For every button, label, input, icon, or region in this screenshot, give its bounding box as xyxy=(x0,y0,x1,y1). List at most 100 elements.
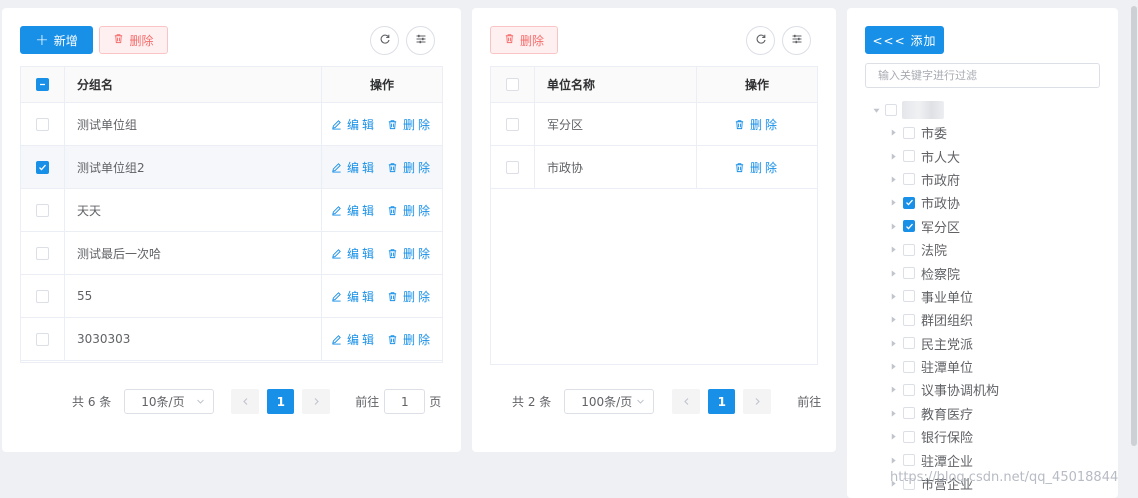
caret-right-icon[interactable] xyxy=(889,269,897,277)
tree-node[interactable]: 法院 xyxy=(889,238,999,261)
next-page-button[interactable] xyxy=(743,389,772,414)
page-size-select[interactable]: 10条/页 xyxy=(124,389,215,414)
tree-node-checkbox[interactable] xyxy=(903,290,915,303)
caret-right-icon[interactable] xyxy=(889,292,897,300)
row-checkbox[interactable] xyxy=(36,332,49,346)
tree-node-checkbox[interactable] xyxy=(903,267,915,280)
tree-node-checkbox[interactable] xyxy=(903,407,915,420)
page-size-select[interactable]: 100条/页 xyxy=(564,389,655,414)
edit-link[interactable]: 编辑 xyxy=(331,331,377,348)
tree-node-checkbox[interactable] xyxy=(903,337,915,350)
delete-link[interactable]: 删除 xyxy=(387,288,433,305)
page-number-1[interactable]: 1 xyxy=(708,389,736,414)
table-row[interactable]: 55 编辑 删除 xyxy=(21,275,442,318)
prev-page-button[interactable] xyxy=(672,389,701,414)
row-checkbox[interactable] xyxy=(506,117,519,131)
prev-page-button[interactable] xyxy=(231,389,260,414)
edit-link[interactable]: 编辑 xyxy=(331,202,377,219)
tree-node[interactable]: 市政协 xyxy=(889,191,999,214)
row-checkbox[interactable] xyxy=(36,289,49,303)
refresh-button[interactable] xyxy=(746,26,775,55)
tree-node[interactable]: 民主党派 xyxy=(889,332,999,355)
row-checkbox[interactable] xyxy=(36,203,49,217)
add-to-group-button[interactable]: <<< 添加 xyxy=(865,26,944,54)
caret-right-icon[interactable] xyxy=(889,316,897,324)
row-checkbox[interactable] xyxy=(36,117,49,131)
tree-node-checkbox[interactable] xyxy=(903,383,915,396)
tree-node-checkbox[interactable] xyxy=(903,126,915,139)
caret-right-icon[interactable] xyxy=(889,175,897,183)
caret-down-icon[interactable] xyxy=(872,106,880,114)
caret-right-icon[interactable] xyxy=(889,129,897,137)
tree-node[interactable]: 市人大 xyxy=(889,144,999,167)
tree-node-checkbox[interactable] xyxy=(903,454,915,467)
tree-node[interactable]: 教育医疗 xyxy=(889,402,999,425)
delete-link[interactable]: 删除 xyxy=(387,245,433,262)
delete-unit-button[interactable]: 删除 xyxy=(490,26,558,54)
table-row[interactable]: 军分区 删除 xyxy=(491,103,817,146)
tree-node-checkbox[interactable] xyxy=(903,150,915,163)
edit-link[interactable]: 编辑 xyxy=(331,116,377,133)
page-number-1[interactable]: 1 xyxy=(267,389,295,414)
row-checkbox[interactable] xyxy=(506,160,519,174)
caret-right-icon[interactable] xyxy=(889,199,897,207)
caret-right-icon[interactable] xyxy=(889,433,897,441)
tree-node-checkbox[interactable] xyxy=(903,243,915,256)
tree-node[interactable]: 群团组织 xyxy=(889,308,999,331)
delete-link[interactable]: 删除 xyxy=(387,331,433,348)
caret-right-icon[interactable] xyxy=(889,363,897,371)
table-row[interactable]: 测试单位组2 编辑 删除 xyxy=(21,146,442,189)
tree-node[interactable]: 军分区 xyxy=(889,215,999,238)
table-row[interactable]: 市政协 删除 xyxy=(491,146,817,189)
table-row[interactable]: 3030303 编辑 删除 xyxy=(21,318,442,361)
delete-link[interactable]: 删除 xyxy=(387,116,433,133)
tree-node[interactable]: 议事协调机构 xyxy=(889,378,999,401)
tree-root-node[interactable] xyxy=(872,101,944,119)
edit-link[interactable]: 编辑 xyxy=(331,159,377,176)
delete-link[interactable]: 删除 xyxy=(387,202,433,219)
jump-page-input[interactable] xyxy=(384,389,426,414)
tree-node[interactable]: 检察院 xyxy=(889,261,999,284)
edit-link[interactable]: 编辑 xyxy=(331,245,377,262)
caret-right-icon[interactable] xyxy=(889,246,897,254)
page-scrollbar[interactable] xyxy=(1131,6,1137,446)
column-settings-button[interactable] xyxy=(782,26,811,55)
tree-filter-input[interactable] xyxy=(865,63,1100,88)
tree-node[interactable]: 市政府 xyxy=(889,168,999,191)
delete-link[interactable]: 删除 xyxy=(734,159,780,176)
tree-node[interactable]: 事业单位 xyxy=(889,285,999,308)
tree-node-checkbox[interactable] xyxy=(903,220,915,233)
select-all-checkbox[interactable] xyxy=(506,78,519,91)
caret-right-icon[interactable] xyxy=(889,222,897,230)
tree-node[interactable]: 市委 xyxy=(889,121,999,144)
delete-link[interactable]: 删除 xyxy=(734,116,780,133)
column-settings-button[interactable] xyxy=(406,26,435,55)
tree-node-checkbox[interactable] xyxy=(903,430,915,443)
delete-group-button[interactable]: 删除 xyxy=(99,26,168,54)
table-row[interactable]: 测试单位组 编辑 删除 xyxy=(21,103,442,146)
caret-right-icon[interactable] xyxy=(889,409,897,417)
next-page-button[interactable] xyxy=(302,389,331,414)
table-row[interactable]: 天天 编辑 删除 xyxy=(21,189,442,232)
table-row[interactable]: 测试最后一次哈 编辑 删除 xyxy=(21,232,442,275)
caret-right-icon[interactable] xyxy=(889,339,897,347)
refresh-button[interactable] xyxy=(370,26,399,55)
caret-right-icon[interactable] xyxy=(889,386,897,394)
row-checkbox[interactable] xyxy=(36,246,49,260)
caret-right-icon[interactable] xyxy=(889,152,897,160)
edit-link[interactable]: 编辑 xyxy=(331,288,377,305)
tree-node-checkbox[interactable] xyxy=(903,313,915,326)
chevron-down-icon xyxy=(196,395,205,409)
tree-node[interactable]: 驻潭企业 xyxy=(889,448,999,471)
tree-node-checkbox[interactable] xyxy=(903,173,915,186)
tree-node[interactable]: 驻潭单位 xyxy=(889,355,999,378)
tree-root-checkbox[interactable] xyxy=(885,104,897,116)
caret-right-icon[interactable] xyxy=(889,456,897,464)
select-all-checkbox[interactable] xyxy=(36,78,49,91)
delete-link[interactable]: 删除 xyxy=(387,159,433,176)
tree-node-checkbox[interactable] xyxy=(903,360,915,373)
row-checkbox[interactable] xyxy=(36,160,49,174)
tree-node-checkbox[interactable] xyxy=(903,196,915,209)
add-group-button[interactable]: + 新增 xyxy=(20,26,93,54)
tree-node[interactable]: 银行保险 xyxy=(889,425,999,448)
